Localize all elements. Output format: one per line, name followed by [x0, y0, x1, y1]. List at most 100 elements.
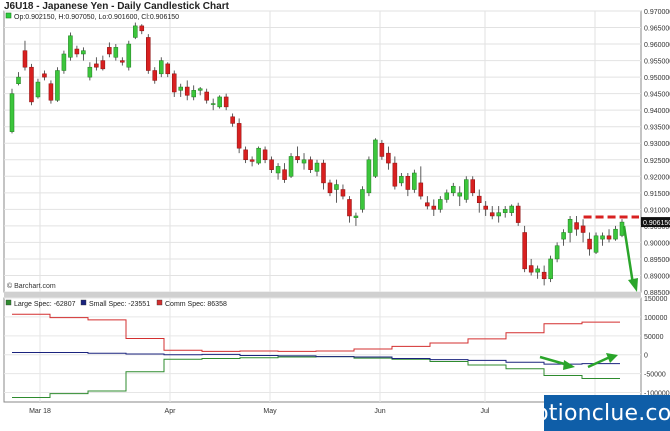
- candle-body: [502, 209, 508, 213]
- candle-body: [431, 205, 437, 210]
- candle-body: [373, 139, 378, 177]
- candle-body: [184, 86, 190, 96]
- candle-body: [171, 73, 177, 93]
- candle-body: [288, 156, 294, 177]
- candle-body: [94, 63, 99, 68]
- candle-body: [541, 271, 547, 280]
- candle-body: [574, 222, 579, 230]
- candle-body: [81, 50, 86, 55]
- candle-body: [308, 159, 313, 170]
- price-tick-label: 0.910000: [644, 207, 670, 214]
- candle-body: [301, 159, 307, 164]
- candle-body: [567, 219, 573, 233]
- candle-body: [262, 149, 268, 161]
- candle-body: [463, 179, 469, 200]
- price-tick-label: 0.940000: [644, 108, 670, 115]
- legend-swatch-icon: [5, 299, 12, 306]
- cot-panel-frame: [3, 297, 642, 403]
- x-tick-label: Jul: [481, 408, 490, 415]
- candle-body: [139, 25, 145, 32]
- candle-body: [613, 228, 618, 240]
- x-tick-label: May: [263, 408, 277, 415]
- price-tick-label: 0.970000: [644, 9, 670, 16]
- candle-body: [29, 66, 34, 103]
- candle-body: [522, 232, 527, 270]
- candle-body: [554, 245, 560, 260]
- candle-body: [489, 212, 495, 217]
- legend-swatch-icon: [5, 12, 12, 19]
- candle-body: [496, 212, 501, 217]
- price-tick-label: 0.930000: [644, 141, 670, 148]
- candle-body: [334, 184, 339, 190]
- candle-body: [68, 35, 73, 58]
- candle-body: [243, 149, 248, 161]
- candle-body: [606, 235, 612, 240]
- candle-body: [269, 159, 274, 170]
- candle-body: [74, 48, 80, 55]
- x-tick-label: Jun: [374, 408, 385, 415]
- cot-legend-label: Large Spec: -62807: [14, 301, 76, 308]
- candle-body: [22, 50, 28, 68]
- price-tick-label: 0.900000: [644, 240, 670, 247]
- candle-body: [548, 258, 553, 280]
- price-tick-label: 0.920000: [644, 174, 670, 181]
- candle-body: [295, 156, 300, 161]
- price-tick-label: 0.935000: [644, 125, 670, 132]
- barchart-credit: © Barchart.com: [7, 282, 56, 290]
- price-tick-label: 0.950000: [644, 75, 670, 82]
- x-tick-label: Apr: [165, 408, 177, 415]
- candle-body: [100, 60, 106, 70]
- cot-tick-label: -50000: [644, 372, 666, 379]
- legend-swatch-icon: [156, 299, 163, 306]
- candle-body: [399, 176, 404, 184]
- candle-body: [16, 76, 21, 84]
- cot-legend-label: Small Spec: -23551: [89, 301, 150, 308]
- candle-body: [126, 43, 132, 68]
- candle-body: [275, 166, 281, 174]
- candle-body: [405, 176, 411, 190]
- candle-body: [386, 152, 391, 164]
- candle-body: [327, 182, 333, 194]
- price-panel-frame: [3, 10, 642, 293]
- candle-body: [353, 215, 359, 218]
- price-tick-label: 0.915000: [644, 191, 670, 198]
- candle-body: [133, 25, 138, 38]
- candle-body: [256, 147, 261, 164]
- candle-body: [158, 60, 164, 75]
- candle-body: [457, 192, 463, 197]
- candle-body: [197, 88, 203, 91]
- candle-body: [191, 90, 196, 98]
- candle-body: [282, 169, 287, 180]
- candle-body: [509, 205, 514, 213]
- chart-svg: 0.970000 0.965000 0.960000 0.955000 0.950000…: [3, 9, 670, 415]
- price-tick-label: 0.890000: [644, 273, 670, 280]
- candle-body: [451, 185, 456, 194]
- candle-body: [483, 205, 488, 210]
- candle-body: [178, 86, 183, 91]
- x-tick-label: Mar 18: [29, 408, 51, 415]
- candle-body: [587, 238, 592, 250]
- candle-body: [561, 232, 566, 240]
- candle-body: [236, 123, 242, 149]
- legend-swatch-icon: [80, 299, 87, 306]
- price-tick-label: 0.945000: [644, 92, 670, 99]
- candle-body: [165, 63, 171, 75]
- candle-body: [210, 103, 216, 105]
- candle-body: [379, 142, 385, 157]
- panel-separator: [4, 292, 641, 298]
- candle-body: [120, 60, 125, 63]
- price-tick-label: 0.955000: [644, 59, 670, 66]
- candle-body: [600, 235, 605, 240]
- candle-body: [314, 162, 320, 172]
- candle-body: [515, 205, 521, 223]
- candle-body: [528, 265, 534, 273]
- candle-body: [249, 159, 255, 162]
- candle-body: [392, 162, 398, 187]
- candle-body: [217, 96, 222, 108]
- candle-body: [55, 70, 60, 101]
- price-tick-label: 0.960000: [644, 42, 670, 49]
- candle-body: [152, 70, 158, 81]
- candle-body: [360, 189, 365, 210]
- candle-body: [438, 199, 443, 210]
- candle-body: [146, 37, 151, 71]
